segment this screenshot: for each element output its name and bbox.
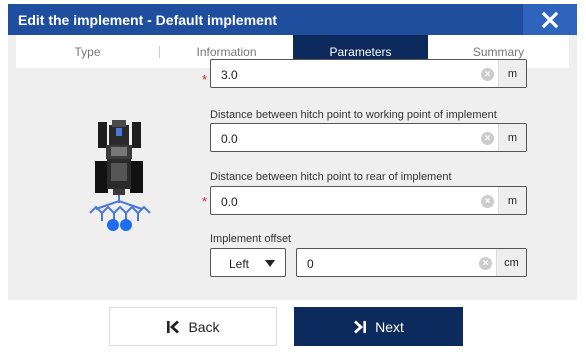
top-value-field[interactable]: 3.0 × m (210, 59, 527, 88)
unit-label: m (498, 124, 526, 151)
unit-label: m (498, 60, 526, 87)
hitch-to-working-label: Distance between hitch point to working … (210, 109, 497, 121)
tab-label: Summary (472, 44, 525, 59)
close-button[interactable] (523, 4, 577, 35)
caret-down-icon (265, 260, 275, 267)
close-icon (541, 11, 559, 28)
field-value: 3.0 (221, 68, 238, 82)
tab-label: Information (196, 44, 257, 59)
next-arrow-icon (354, 319, 367, 334)
back-button[interactable]: Back (109, 307, 277, 346)
tab-label: Type (74, 44, 101, 59)
clear-icon[interactable]: × (481, 132, 494, 145)
clear-icon[interactable]: × (481, 68, 494, 81)
implement-offset-label: Implement offset (210, 233, 292, 245)
tab-label: Parameters (329, 44, 392, 59)
unit-label: m (498, 187, 526, 214)
hitch-to-working-field[interactable]: 0.0 × m (210, 123, 527, 152)
unit-label: cm (496, 249, 526, 276)
clear-icon[interactable]: × (479, 257, 492, 270)
next-label: Next (375, 318, 404, 335)
field-value: 0 (307, 257, 314, 271)
dialog-titlebar: Edit the implement - Default implement (8, 4, 577, 35)
field-value: 0.0 (221, 132, 238, 146)
offset-direction-select[interactable]: Left (210, 248, 286, 277)
next-button[interactable]: Next (294, 307, 463, 346)
dialog-title: Edit the implement - Default implement (18, 12, 278, 28)
tab-type[interactable]: Type (16, 35, 159, 68)
required-marker: * (202, 72, 208, 87)
app-frame: Edit the implement - Default implement T… (0, 0, 586, 354)
select-value: Left (229, 257, 250, 271)
tractor-with-implement-icon (89, 120, 151, 231)
offset-value-field[interactable]: 0 × cm (296, 248, 527, 277)
hitch-to-rear-field[interactable]: 0.0 × m (210, 186, 527, 215)
dialog-body: Type Information Parameters Summary * 3.… (8, 35, 577, 300)
clear-icon[interactable]: × (481, 195, 494, 208)
field-value: 0.0 (221, 195, 238, 209)
back-label: Back (188, 318, 220, 335)
hitch-to-rear-label: Distance between hitch point to rear of … (210, 171, 452, 183)
required-marker: * (202, 194, 208, 209)
back-arrow-icon (167, 319, 180, 334)
